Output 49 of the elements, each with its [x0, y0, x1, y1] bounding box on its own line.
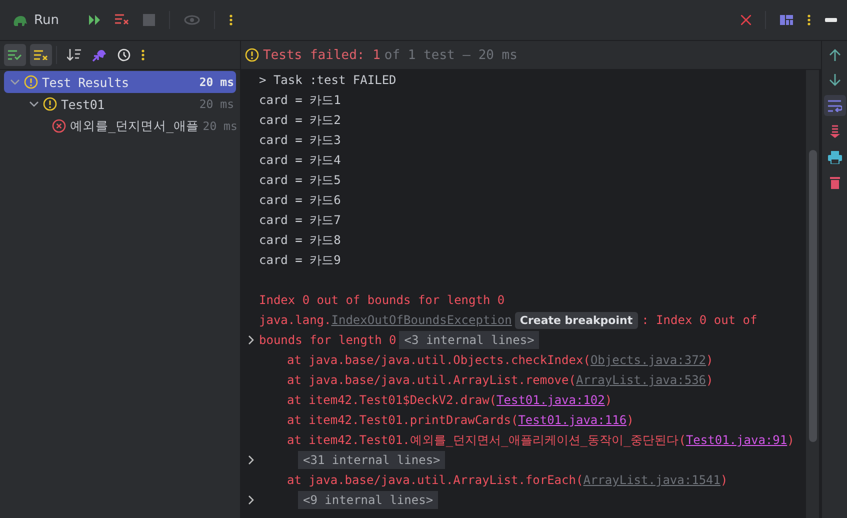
- test-summary: of 1 test – 20 ms: [384, 48, 518, 62]
- test-duration: 20 ms: [199, 97, 235, 111]
- console-line: card = 카드2: [259, 112, 341, 128]
- source-link[interactable]: Objects.java:372: [590, 353, 706, 367]
- console-line: card = 카드5: [259, 172, 341, 188]
- console-line: card = 카드8: [259, 232, 341, 248]
- tests-failed-label: Tests failed: 1: [263, 48, 380, 62]
- test-duration: 20 ms: [199, 75, 235, 89]
- exception-package: java.lang.: [259, 313, 332, 327]
- stack-frame: at item42.Test01.예외를_던지면서_애플리케이션_동작이_중단된다(: [287, 432, 686, 448]
- closing-paren: ): [787, 433, 794, 447]
- test-name: Test01: [61, 96, 106, 112]
- closing-paren: ): [720, 473, 728, 487]
- closing-paren: ): [604, 393, 612, 407]
- internal-lines-button[interactable]: <3 internal lines>: [399, 331, 540, 349]
- console-line: card = 카드6: [259, 192, 341, 208]
- stack-frame: at java.base/java.util.ArrayList.forEach(: [287, 473, 584, 487]
- source-link[interactable]: ArrayList.java:1541: [583, 473, 720, 487]
- source-link[interactable]: Test01.java:91: [686, 433, 788, 447]
- test-name: Test Results: [42, 74, 130, 90]
- test-duration: 20 ms: [202, 119, 238, 133]
- stack-frame: at java.base/java.util.Objects.checkIndex(: [287, 353, 590, 367]
- closing-paren: ): [626, 413, 634, 427]
- closing-paren: ): [706, 353, 714, 367]
- console-line: card = 카드3: [259, 132, 341, 148]
- source-link[interactable]: ArrayList.java:536: [576, 373, 706, 387]
- console-line: card = 카드1: [259, 92, 341, 108]
- stack-frame: at item42.Test01$DeckV2.draw(: [287, 393, 497, 407]
- source-link[interactable]: Test01.java:116: [518, 413, 627, 427]
- source-link[interactable]: Test01.java:102: [496, 393, 605, 407]
- tree-row[interactable]: 예외를_던지면서_애플 20 ms: [4, 115, 236, 137]
- error-message: bounds for length 0: [259, 333, 396, 347]
- error-message: Index 0 out of bounds for length 0: [259, 293, 505, 307]
- window-title: Run: [34, 12, 59, 28]
- stack-frame: at java.base/java.util.ArrayList.remove(: [287, 373, 576, 387]
- stack-frame: at item42.Test01.printDrawCards(: [287, 413, 518, 427]
- console-line: card = 카드9: [259, 252, 341, 268]
- create-breakpoint-button[interactable]: Create breakpoint: [514, 312, 638, 328]
- test-name: 예외를_던지면서_애플: [70, 118, 199, 134]
- selected-tree-row[interactable]: Test Results 20 ms: [4, 71, 236, 93]
- console-line: > Task :test FAILED: [259, 73, 396, 87]
- exception-link[interactable]: IndexOutOfBoundsException: [331, 313, 512, 327]
- internal-lines-button[interactable]: <9 internal lines>: [298, 491, 438, 509]
- error-message: : Index 0 out of: [642, 313, 758, 327]
- closing-paren: ): [706, 373, 714, 387]
- console-line: card = 카드7: [259, 212, 341, 228]
- internal-lines-button[interactable]: <31 internal lines>: [298, 451, 446, 469]
- tree-row[interactable]: Test01 20 ms: [4, 93, 236, 115]
- console-line: card = 카드4: [259, 152, 341, 168]
